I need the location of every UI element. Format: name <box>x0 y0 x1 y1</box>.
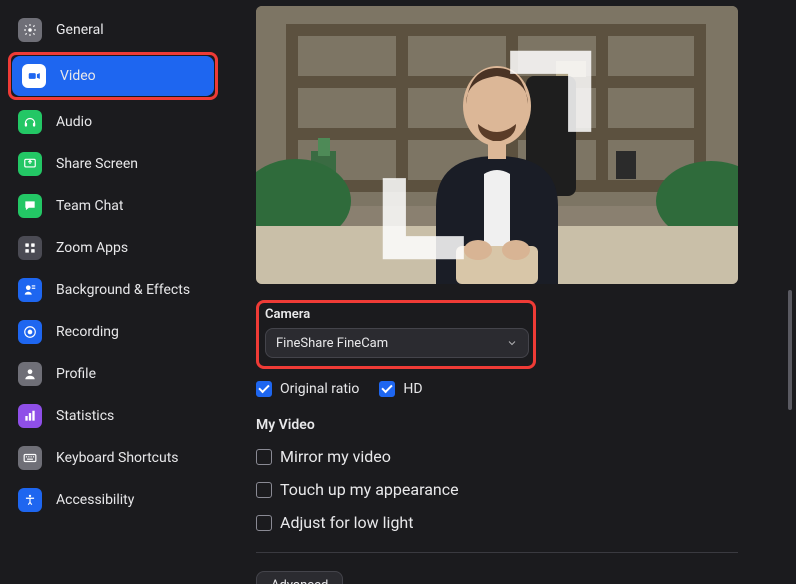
sidebar-item-chat[interactable]: Team Chat <box>8 186 218 226</box>
ratio-row: Original ratio HD <box>256 381 782 397</box>
original-ratio-checkbox[interactable] <box>256 381 272 397</box>
myvideo-option-label: Adjust for low light <box>280 513 413 532</box>
camera-section-highlight: Camera FineShare FineCam <box>256 300 536 369</box>
sidebar-item-label: General <box>56 22 104 38</box>
sidebar-item-label: Zoom Apps <box>56 240 128 256</box>
sidebar-item-apps[interactable]: Zoom Apps <box>8 228 218 268</box>
sidebar-item-stats[interactable]: Statistics <box>8 396 218 436</box>
camera-select[interactable]: FineShare FineCam <box>265 328 529 358</box>
sidebar-item-video[interactable]: Video <box>12 56 214 96</box>
profile-icon <box>18 362 42 386</box>
apps-icon <box>18 236 42 260</box>
sidebar-item-keyboard[interactable]: Keyboard Shortcuts <box>8 438 218 478</box>
sidebar-item-label: Team Chat <box>56 198 123 214</box>
access-icon <box>18 488 42 512</box>
my-video-label: My Video <box>256 417 782 433</box>
sidebar-item-audio[interactable]: Audio <box>8 102 218 142</box>
settings-main: Camera FineShare FineCam Original ratio … <box>226 0 796 584</box>
sidebar-item-access[interactable]: Accessibility <box>8 480 218 520</box>
camera-preview <box>256 6 738 284</box>
sidebar-item-label: Background & Effects <box>56 282 190 298</box>
sidebar-item-label: Keyboard Shortcuts <box>56 450 179 466</box>
original-ratio-label: Original ratio <box>280 381 359 397</box>
bg-icon <box>18 278 42 302</box>
section-divider <box>256 552 738 553</box>
sidebar-item-rec[interactable]: Recording <box>8 312 218 352</box>
settings-sidebar: General Video Audio Share Screen Team Chat Zo… <box>0 0 226 584</box>
stats-icon <box>18 404 42 428</box>
sidebar-item-label: Share Screen <box>56 156 138 172</box>
myvideo-checkbox-2[interactable] <box>256 515 272 531</box>
myvideo-checkbox-0[interactable] <box>256 449 272 465</box>
sidebar-item-label: Video <box>60 68 96 84</box>
myvideo-checkbox-1[interactable] <box>256 482 272 498</box>
chat-icon <box>18 194 42 218</box>
sidebar-item-label: Accessibility <box>56 492 134 508</box>
hd-checkbox[interactable] <box>379 381 395 397</box>
sidebar-item-label: Audio <box>56 114 92 130</box>
sidebar-item-bg[interactable]: Background & Effects <box>8 270 218 310</box>
hd-label: HD <box>403 381 422 397</box>
advanced-button[interactable]: Advanced <box>256 571 343 584</box>
audio-icon <box>18 110 42 134</box>
myvideo-option-label: Touch up my appearance <box>280 480 459 499</box>
sidebar-item-share[interactable]: Share Screen <box>8 144 218 184</box>
sidebar-item-label: Recording <box>56 324 119 340</box>
my-video-options: Mirror my video Touch up my appearance Adj… <box>256 447 782 532</box>
rec-icon <box>18 320 42 344</box>
camera-label: Camera <box>265 307 527 322</box>
keyboard-icon <box>18 446 42 470</box>
video-icon <box>22 64 46 88</box>
myvideo-option-label: Mirror my video <box>280 447 391 466</box>
chevron-down-icon <box>506 337 518 349</box>
share-icon <box>18 152 42 176</box>
scrollbar-thumb[interactable] <box>788 290 792 410</box>
sidebar-item-label: Statistics <box>56 408 114 424</box>
expand-icon[interactable] <box>256 16 728 284</box>
general-icon <box>18 18 42 42</box>
sidebar-active-highlight: Video <box>8 52 218 100</box>
sidebar-item-general[interactable]: General <box>8 10 218 50</box>
sidebar-item-profile[interactable]: Profile <box>8 354 218 394</box>
sidebar-item-label: Profile <box>56 366 96 382</box>
camera-select-value: FineShare FineCam <box>276 336 388 351</box>
